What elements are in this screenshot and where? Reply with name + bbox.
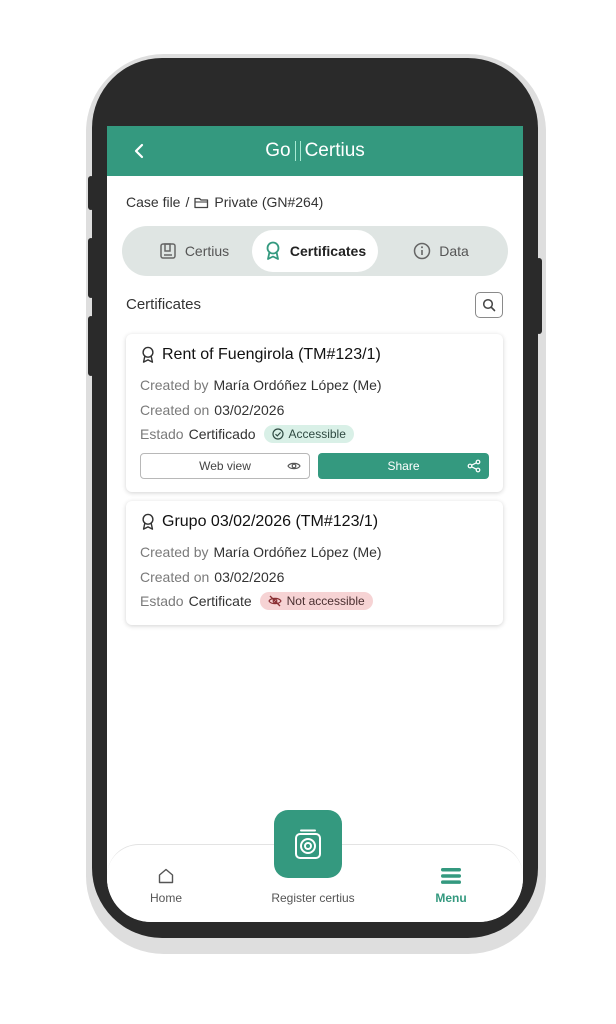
award-icon — [266, 241, 280, 260]
created-by-label: Created by — [140, 377, 209, 393]
info-icon — [413, 242, 431, 260]
check-circle-icon — [271, 428, 284, 440]
created-on-value: 03/02/2026 — [214, 402, 285, 418]
logo-text-left: Go — [265, 140, 291, 161]
share-button[interactable]: Share — [318, 453, 489, 479]
app-header: Go Certius — [107, 126, 523, 176]
certificate-title-text: Rent of Fuengirola (TM#123/1) — [162, 346, 381, 363]
nav-menu[interactable]: Menu — [429, 867, 473, 905]
award-icon — [142, 346, 154, 363]
created-on-label: Created on — [140, 569, 210, 585]
created-by-value: María Ordóñez López (Me) — [213, 544, 382, 560]
logo-text-right: Certius — [304, 140, 365, 161]
eye-icon — [287, 462, 301, 470]
nav-register-label: Register certius — [271, 891, 355, 905]
tab-certificates-label: Certificates — [289, 243, 367, 259]
created-on-row: Created on 03/02/2026 — [140, 402, 284, 418]
created-by-row: Created by María Ordóñez López (Me) — [140, 377, 382, 393]
chevron-left-icon — [134, 143, 144, 159]
created-by-value: María Ordóñez López (Me) — [213, 377, 382, 393]
award-icon — [142, 513, 154, 530]
app-screen: Go Certius Case file / Private (GN#264) … — [107, 126, 523, 922]
created-by-row: Created by María Ordóñez López (Me) — [140, 544, 382, 560]
menu-icon — [441, 868, 461, 884]
web-view-label: Web view — [199, 459, 251, 473]
search-icon — [482, 298, 496, 312]
certificate-card: Rent of Fuengirola (TM#123/1) Created by… — [126, 334, 503, 492]
status-badge-text: Not accessible — [286, 594, 365, 608]
tab-data-label: Data — [439, 243, 469, 259]
share-icon — [467, 459, 481, 473]
tab-data[interactable]: Data — [384, 230, 498, 272]
side-button — [88, 316, 94, 376]
tab-certius[interactable]: Certius — [136, 230, 252, 272]
status-label: Estado — [140, 426, 184, 442]
status-badge: Accessible — [263, 425, 354, 443]
certificate-title-text: Grupo 03/02/2026 (TM#123/1) — [162, 513, 379, 530]
eye-off-icon — [267, 595, 282, 607]
created-on-value: 03/02/2026 — [214, 569, 285, 585]
back-button[interactable] — [129, 141, 149, 161]
logo-separator — [294, 141, 301, 161]
side-button — [88, 238, 94, 298]
created-on-label: Created on — [140, 402, 210, 418]
status-label: Estado — [140, 593, 184, 609]
nav-menu-label: Menu — [435, 891, 467, 905]
certificate-title[interactable]: Grupo 03/02/2026 (TM#123/1) — [140, 513, 378, 531]
tab-bar: Certius Certificates Data — [122, 226, 508, 276]
status-value: Certificate — [188, 593, 252, 609]
side-button — [88, 176, 94, 210]
certificate-title[interactable]: Rent of Fuengirola (TM#123/1) — [140, 346, 381, 364]
breadcrumb-separator: / — [185, 194, 190, 210]
breadcrumb-root[interactable]: Case file — [126, 194, 180, 210]
certificate-card: Grupo 03/02/2026 (TM#123/1) Created by M… — [126, 501, 503, 625]
home-icon — [158, 868, 174, 884]
section-title: Certificates — [126, 296, 202, 313]
side-button — [536, 258, 542, 334]
certius-icon — [160, 243, 176, 259]
status-badge-text: Accessible — [288, 427, 346, 441]
register-certius-button[interactable] — [274, 810, 342, 878]
tab-certificates[interactable]: Certificates — [252, 230, 378, 272]
nav-home-label: Home — [149, 891, 182, 905]
status-badge: Not accessible — [259, 592, 373, 610]
breadcrumb-current: Private (GN#264) — [214, 194, 324, 210]
folder-icon — [194, 197, 209, 208]
web-view-button[interactable]: Web view — [140, 453, 310, 479]
nav-register[interactable]: Register certius — [255, 891, 371, 905]
breadcrumb: Case file / Private (GN#264) — [126, 194, 323, 210]
status-row: Estado Certificate Not accessible — [140, 592, 373, 610]
nav-home[interactable]: Home — [147, 867, 185, 905]
created-on-row: Created on 03/02/2026 — [140, 569, 284, 585]
app-logo: Go Certius — [265, 140, 365, 162]
share-label: Share — [387, 459, 420, 473]
tab-certius-label: Certius — [184, 243, 230, 259]
status-row: Estado Certificado Accessible — [140, 425, 354, 443]
search-button[interactable] — [475, 292, 503, 318]
register-certius-icon — [295, 829, 321, 859]
status-value: Certificado — [188, 426, 256, 442]
created-by-label: Created by — [140, 544, 209, 560]
